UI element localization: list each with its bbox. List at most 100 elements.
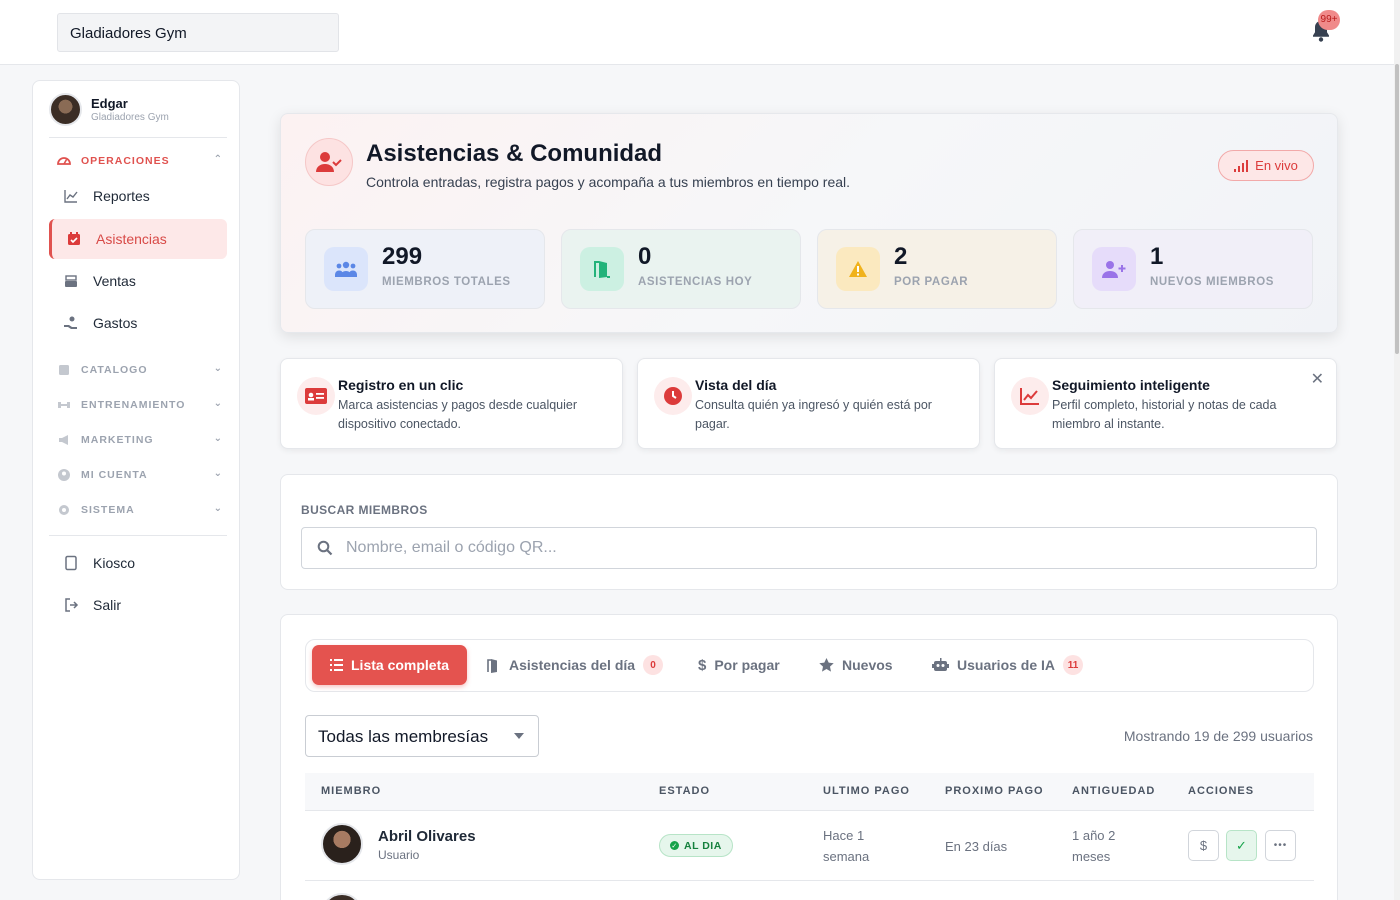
hand-coin-icon (64, 316, 77, 329)
tab-label: Usuarios de IA (957, 657, 1056, 673)
membership-filter-select[interactable]: Todas las membresías (305, 715, 539, 757)
section-marketing[interactable]: MARKETING ⌄ (57, 433, 223, 447)
caret-down-icon (514, 733, 524, 739)
member-role: Usuario (378, 848, 420, 862)
section-label: MARKETING (81, 434, 154, 446)
column-header[interactable]: ESTADO (659, 785, 710, 797)
column-header[interactable]: ACCIONES (1188, 785, 1254, 797)
pay-button[interactable]: $ (1188, 830, 1219, 861)
top-bar: Gladiadores Gym (0, 0, 1394, 65)
sidebar-item-asistencias[interactable]: Asistencias (49, 219, 227, 259)
section-catalogo[interactable]: CATALOGO ⌄ (57, 363, 223, 377)
list-icon (330, 659, 343, 671)
sidebar-item-label: Reportes (93, 188, 150, 204)
seniority: 1 año 2 meses (1072, 828, 1116, 864)
section-sistema[interactable]: SISTEMA ⌄ (57, 503, 223, 517)
sidebar-item-label: Gastos (93, 315, 138, 331)
tab-nuevos[interactable]: Nuevos (819, 645, 893, 685)
sidebar-item-ventas[interactable]: Ventas (49, 261, 227, 301)
tab-label: Por pagar (714, 657, 780, 673)
more-options-button[interactable]: ••• (1265, 830, 1296, 861)
feature-card-vista: Vista del día Consulta quién ya ingresó … (637, 358, 980, 449)
members-list-card: Lista completa Asistencias del día 0 $ P… (280, 614, 1338, 900)
logout-icon (65, 598, 79, 612)
check-circle-icon: ✓ (670, 841, 679, 850)
member-name[interactable]: Abril Olivares (378, 828, 476, 845)
tab-lista-completa[interactable]: Lista completa (312, 645, 468, 685)
page-subtitle: Controla entradas, registra pagos y acom… (366, 174, 851, 190)
sidebar-item-salir[interactable]: Salir (49, 585, 227, 625)
feature-desc: Consulta quién ya ingresó y quién está p… (695, 398, 932, 431)
divider (49, 137, 227, 138)
tab-count-badge: 11 (1063, 655, 1084, 675)
table-header: MIEMBRO ESTADO ULTIMO PAGO PROXIMO PAGO … (305, 773, 1314, 811)
section-operaciones[interactable]: OPERACIONES ⌃ (57, 154, 223, 168)
stat-card-attendance: 0 ASISTENCIAS HOY (561, 229, 801, 309)
calendar-check-icon (68, 232, 80, 245)
stat-label: MIEMBROS TOTALES (382, 276, 511, 288)
users-icon (324, 247, 368, 291)
robot-icon (932, 658, 949, 671)
sidebar: Edgar Gladiadores Gym OPERACIONES ⌃ Repo… (32, 80, 240, 880)
sidebar-item-label: Kiosco (93, 555, 136, 571)
section-label: SISTEMA (81, 504, 135, 516)
stat-card-new-members: 1 NUEVOS MIEMBROS (1073, 229, 1313, 309)
close-icon[interactable]: ✕ (1311, 369, 1324, 389)
check-in-button[interactable]: ✓ (1226, 830, 1257, 861)
column-header[interactable]: PROXIMO PAGO (945, 785, 1044, 797)
column-header[interactable]: ULTIMO PAGO (823, 785, 910, 797)
status-badge: ✓ AL DIA (659, 834, 733, 857)
section-entrenamiento[interactable]: ENTRENAMIENTO ⌄ (57, 398, 223, 412)
gym-selector[interactable]: Gladiadores Gym (57, 13, 339, 52)
avatar (49, 93, 82, 126)
sidebar-item-label: Salir (93, 597, 122, 613)
stat-card-members: 299 MIEMBROS TOTALES (305, 229, 545, 309)
live-label: En vivo (1255, 158, 1298, 173)
stat-label: NUEVOS MIEMBROS (1150, 276, 1275, 288)
table-row[interactable] (305, 881, 1314, 900)
user-name: Edgar (91, 96, 128, 111)
user-gym: Gladiadores Gym (91, 112, 169, 123)
tab-usuarios-ia[interactable]: Usuarios de IA 11 (932, 645, 1084, 685)
sidebar-item-kiosco[interactable]: Kiosco (49, 543, 227, 583)
tab-por-pagar[interactable]: $ Por pagar (698, 645, 780, 685)
search-input[interactable] (346, 536, 1296, 560)
status-label: AL DIA (684, 839, 722, 852)
live-button[interactable]: En vivo (1218, 150, 1314, 181)
box-icon (59, 365, 69, 375)
hero-card: Asistencias & Comunidad Controla entrada… (280, 113, 1338, 333)
tab-count-badge: 0 (643, 655, 664, 675)
sidebar-item-reportes[interactable]: Reportes (49, 176, 227, 216)
chevron-down-icon: ⌄ (213, 398, 223, 409)
user-circle-icon (58, 469, 70, 481)
tab-label: Asistencias del día (509, 657, 636, 673)
dollar-icon: $ (698, 656, 707, 674)
chart-line-icon (1011, 377, 1049, 415)
door-open-icon (487, 658, 497, 673)
table-row[interactable]: Abril Olivares Usuario ✓ AL DIA Hace 1 s… (305, 811, 1314, 881)
results-count: Mostrando 19 de 299 usuarios (1123, 728, 1313, 744)
chevron-down-icon: ⌄ (213, 468, 223, 479)
tab-label: Nuevos (842, 657, 893, 673)
tab-asistencias-del-dia[interactable]: Asistencias del día 0 (486, 645, 664, 685)
section-label: MI CUENTA (81, 469, 148, 481)
stat-value: 0 (638, 243, 652, 270)
scrollbar-thumb[interactable] (1395, 64, 1399, 354)
chart-line-icon (64, 190, 78, 203)
divider (49, 535, 227, 536)
column-header[interactable]: ANTIGUEDAD (1072, 785, 1155, 797)
gear-icon (59, 505, 69, 515)
stat-card-pending: 2 POR PAGAR (817, 229, 1057, 309)
column-header[interactable]: MIEMBRO (321, 785, 381, 797)
stat-value: 299 (382, 243, 423, 270)
search-box[interactable] (301, 527, 1317, 569)
stat-label: POR PAGAR (894, 276, 969, 288)
filter-value: Todas las membresías (318, 727, 489, 746)
search-label: BUSCAR MIEMBROS (301, 503, 428, 517)
feature-title: Registro en un clic (338, 377, 464, 393)
section-mi-cuenta[interactable]: MI CUENTA ⌄ (57, 468, 223, 482)
sidebar-item-gastos[interactable]: Gastos (49, 303, 227, 343)
signal-icon (1234, 159, 1249, 172)
tablet-icon (65, 555, 77, 571)
feature-title: Vista del día (695, 377, 777, 393)
